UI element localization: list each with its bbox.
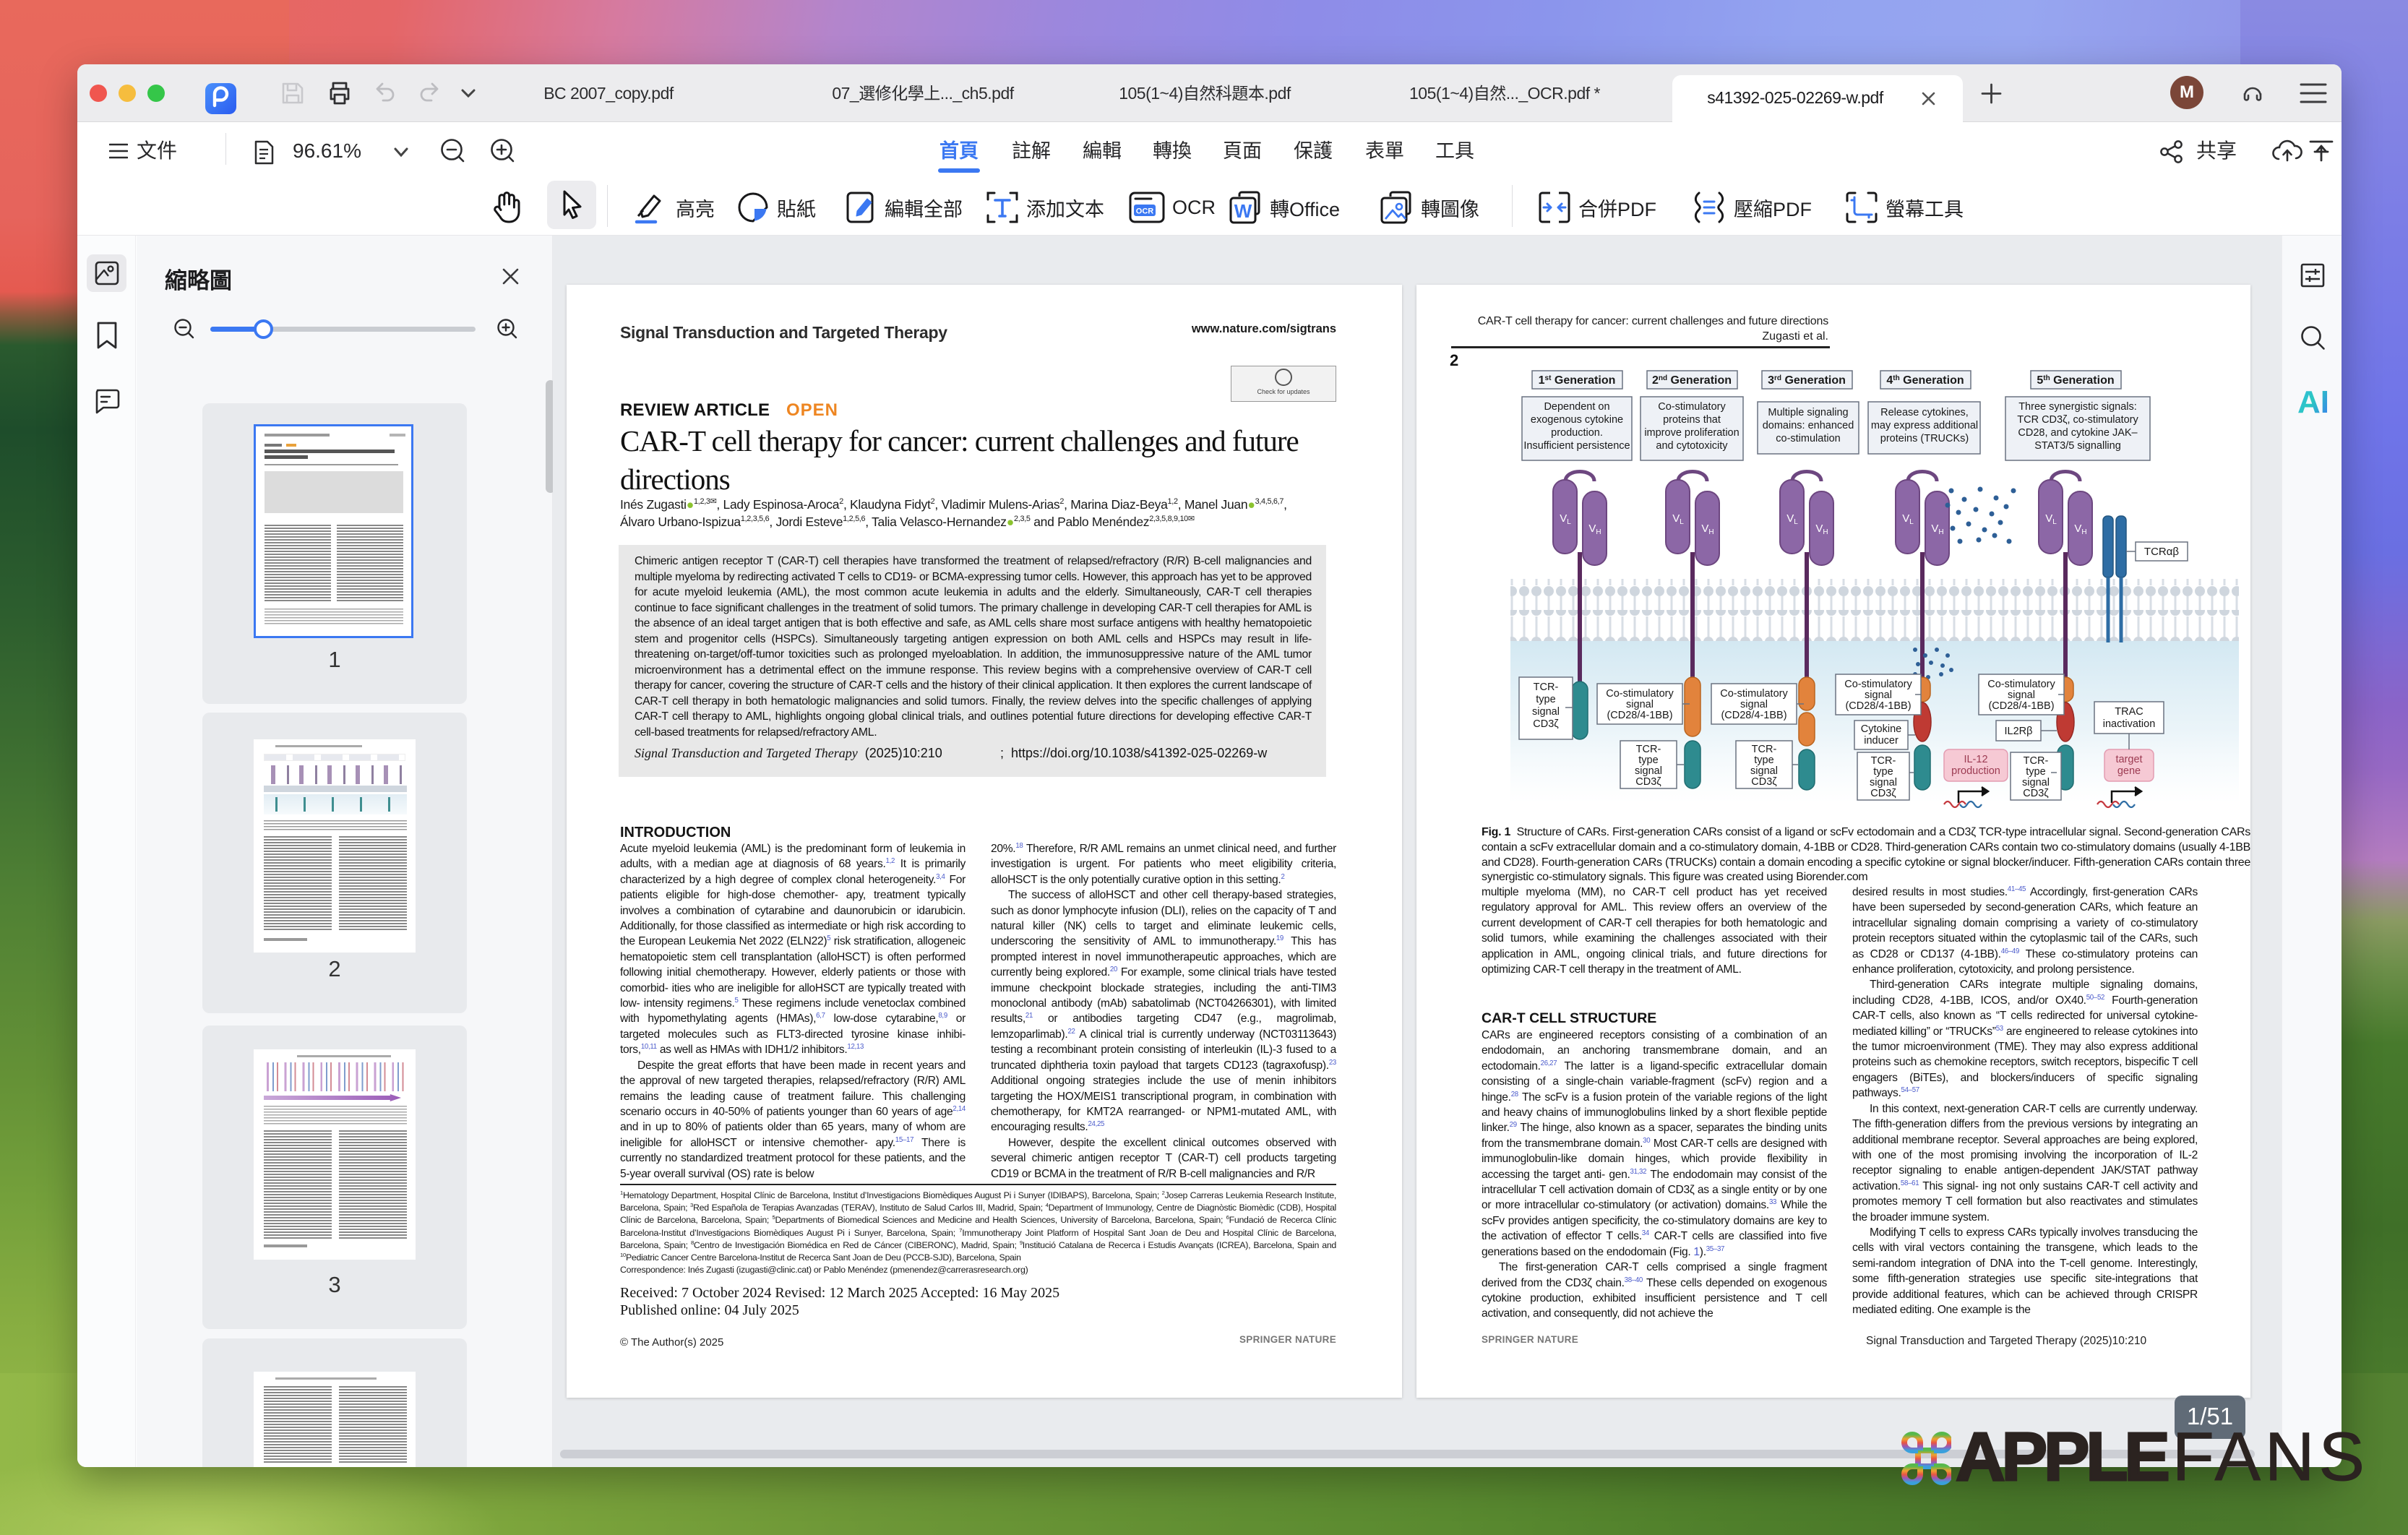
svg-text:W: W (1234, 200, 1252, 222)
svg-text:Cytokine: Cytokine (1861, 723, 1901, 735)
svg-text:Three synergistic signals:: Three synergistic signals: (2018, 401, 2137, 413)
svg-text:CD3ζ: CD3ζ (1870, 788, 1896, 799)
svg-text:IL-12: IL-12 (1964, 754, 1987, 765)
svg-text:TRAC: TRAC (2115, 706, 2143, 718)
svg-text:signal: signal (2008, 689, 2035, 701)
svg-text:signal: signal (1865, 689, 1892, 701)
svg-text:CD3ζ: CD3ζ (1635, 776, 1661, 788)
svg-text:(CD28/4-1BB): (CD28/4-1BB) (1845, 700, 1911, 712)
svg-text:proteins (TRUCKs): proteins (TRUCKs) (1880, 433, 1969, 444)
svg-text:TCR CD3ζ, co-stimulatory: TCR CD3ζ, co-stimulatory (2017, 414, 2138, 426)
svg-text:TCRαβ: TCRαβ (2144, 546, 2179, 558)
svg-text:TCR-: TCR- (1871, 755, 1896, 767)
svg-text:IL2Rβ: IL2Rβ (2005, 726, 2033, 737)
svg-text:Insufficient persistence: Insufficient persistence (1523, 440, 1630, 452)
svg-text:inactivation: inactivation (2103, 718, 2156, 730)
svg-text:co-stimulation: co-stimulation (1776, 433, 1840, 444)
svg-text:may express additional: may express additional (1871, 420, 1978, 431)
svg-text:target: target (2115, 754, 2142, 765)
svg-text:Co-stimulatory: Co-stimulatory (1987, 679, 2055, 690)
svg-text:Multiple signaling: Multiple signaling (1768, 407, 1848, 418)
svg-text:signal: signal (1740, 699, 1768, 710)
svg-text:(CD28/4-1BB): (CD28/4-1BB) (1988, 700, 2054, 712)
svg-text:inducer: inducer (1864, 735, 1899, 747)
svg-text:type: type (1638, 754, 1658, 766)
svg-text:TCR-: TCR- (1534, 681, 1559, 693)
svg-text:signal: signal (1532, 706, 1560, 718)
svg-text:OCR: OCR (1136, 207, 1154, 216)
svg-text:(CD28/4-1BB): (CD28/4-1BB) (1721, 710, 1786, 721)
svg-text:production.: production. (1551, 427, 1603, 439)
svg-text:production: production (1951, 765, 2000, 777)
svg-text:gene: gene (2117, 765, 2141, 777)
svg-text:type: type (1536, 694, 1555, 705)
svg-text:and cytotoxicity: and cytotoxicity (1656, 440, 1728, 452)
svg-text:signal: signal (1750, 765, 1778, 777)
svg-text:signal: signal (2022, 777, 2050, 788)
svg-text:signal: signal (1635, 765, 1662, 777)
svg-text:TCR-: TCR- (2024, 755, 2049, 767)
svg-text:Co-stimulatory: Co-stimulatory (1844, 679, 1912, 690)
svg-text:domains: enhanced: domains: enhanced (1763, 420, 1854, 431)
svg-text:improve proliferation: improve proliferation (1644, 427, 1739, 439)
svg-text:Co-stimulatory: Co-stimulatory (1720, 688, 1788, 700)
svg-text:CD3ζ: CD3ζ (1751, 776, 1777, 788)
svg-text:TCR-: TCR- (1636, 744, 1661, 755)
svg-text:type: type (1873, 766, 1893, 778)
svg-text:STAT3/5 signalling: STAT3/5 signalling (2034, 440, 2121, 452)
svg-text:CD28, and cytokine JAK–: CD28, and cytokine JAK– (2018, 427, 2138, 439)
svg-text:TCR-: TCR- (1752, 744, 1777, 755)
svg-text:Co-stimulatory: Co-stimulatory (1606, 688, 1674, 700)
svg-text:Dependent on: Dependent on (1544, 401, 1609, 413)
svg-text:type: type (1754, 754, 1773, 766)
svg-text:(CD28/4-1BB): (CD28/4-1BB) (1607, 710, 1672, 721)
svg-text:signal: signal (1870, 777, 1897, 788)
svg-text:proteins that: proteins that (1663, 414, 1721, 426)
svg-text:Release cytokines,: Release cytokines, (1880, 407, 1969, 418)
svg-text:CD3ζ: CD3ζ (1533, 718, 1559, 730)
svg-text:Co-stimulatory: Co-stimulatory (1658, 401, 1726, 413)
svg-text:type: type (2026, 766, 2045, 778)
svg-text:CD3ζ: CD3ζ (2023, 788, 2049, 799)
svg-text:exogenous cytokine: exogenous cytokine (1531, 414, 1623, 426)
svg-text:signal: signal (1626, 699, 1654, 710)
